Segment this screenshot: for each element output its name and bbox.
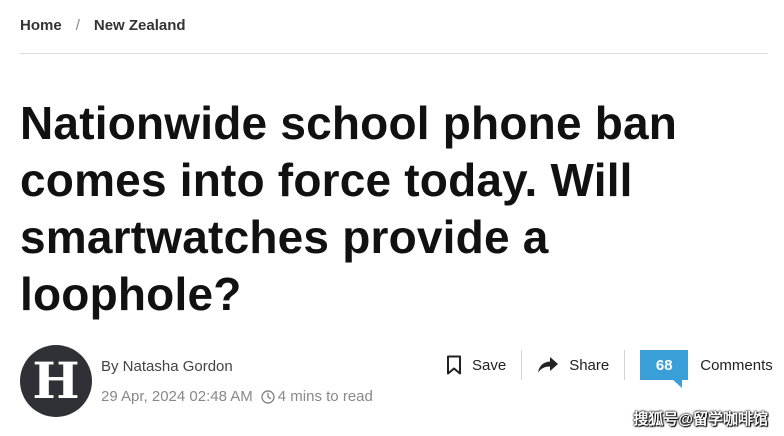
author-byline[interactable]: By Natasha Gordon bbox=[101, 358, 233, 375]
share-label: Share bbox=[569, 356, 610, 374]
share-button[interactable]: Share bbox=[537, 356, 609, 374]
action-divider bbox=[624, 350, 626, 380]
svg-text:H: H bbox=[33, 354, 79, 408]
clock-icon bbox=[261, 389, 275, 404]
breadcrumb-section-link[interactable]: New Zealand bbox=[94, 17, 186, 34]
read-time: 4 mins to read bbox=[277, 388, 373, 405]
action-divider bbox=[521, 350, 523, 380]
article-actions: Save Share 68 Comments bbox=[446, 348, 773, 388]
comments-count-badge[interactable]: 68 bbox=[640, 350, 689, 388]
article-title: Nationwide school phone ban comes into f… bbox=[20, 97, 678, 320]
publish-date: 29 Apr, 2024 02:48 AM bbox=[101, 388, 253, 405]
author-avatar[interactable]: H bbox=[20, 345, 92, 417]
breadcrumb-separator: / bbox=[75, 17, 80, 34]
header-divider bbox=[20, 53, 768, 54]
herald-h-logo-icon: H bbox=[33, 354, 79, 408]
breadcrumb: Home / New Zealand bbox=[20, 17, 186, 34]
article-meta: 29 Apr, 2024 02:48 AM 4 mins to read bbox=[101, 388, 373, 405]
comments-link[interactable]: Comments bbox=[700, 357, 773, 374]
breadcrumb-home-link[interactable]: Home bbox=[20, 17, 62, 34]
watermark-text: 搜狐号@留学咖啡馆 bbox=[633, 411, 768, 428]
save-button[interactable]: Save bbox=[446, 355, 506, 375]
bookmark-icon bbox=[447, 355, 461, 375]
share-arrow-icon bbox=[538, 357, 559, 373]
save-label: Save bbox=[472, 356, 507, 374]
